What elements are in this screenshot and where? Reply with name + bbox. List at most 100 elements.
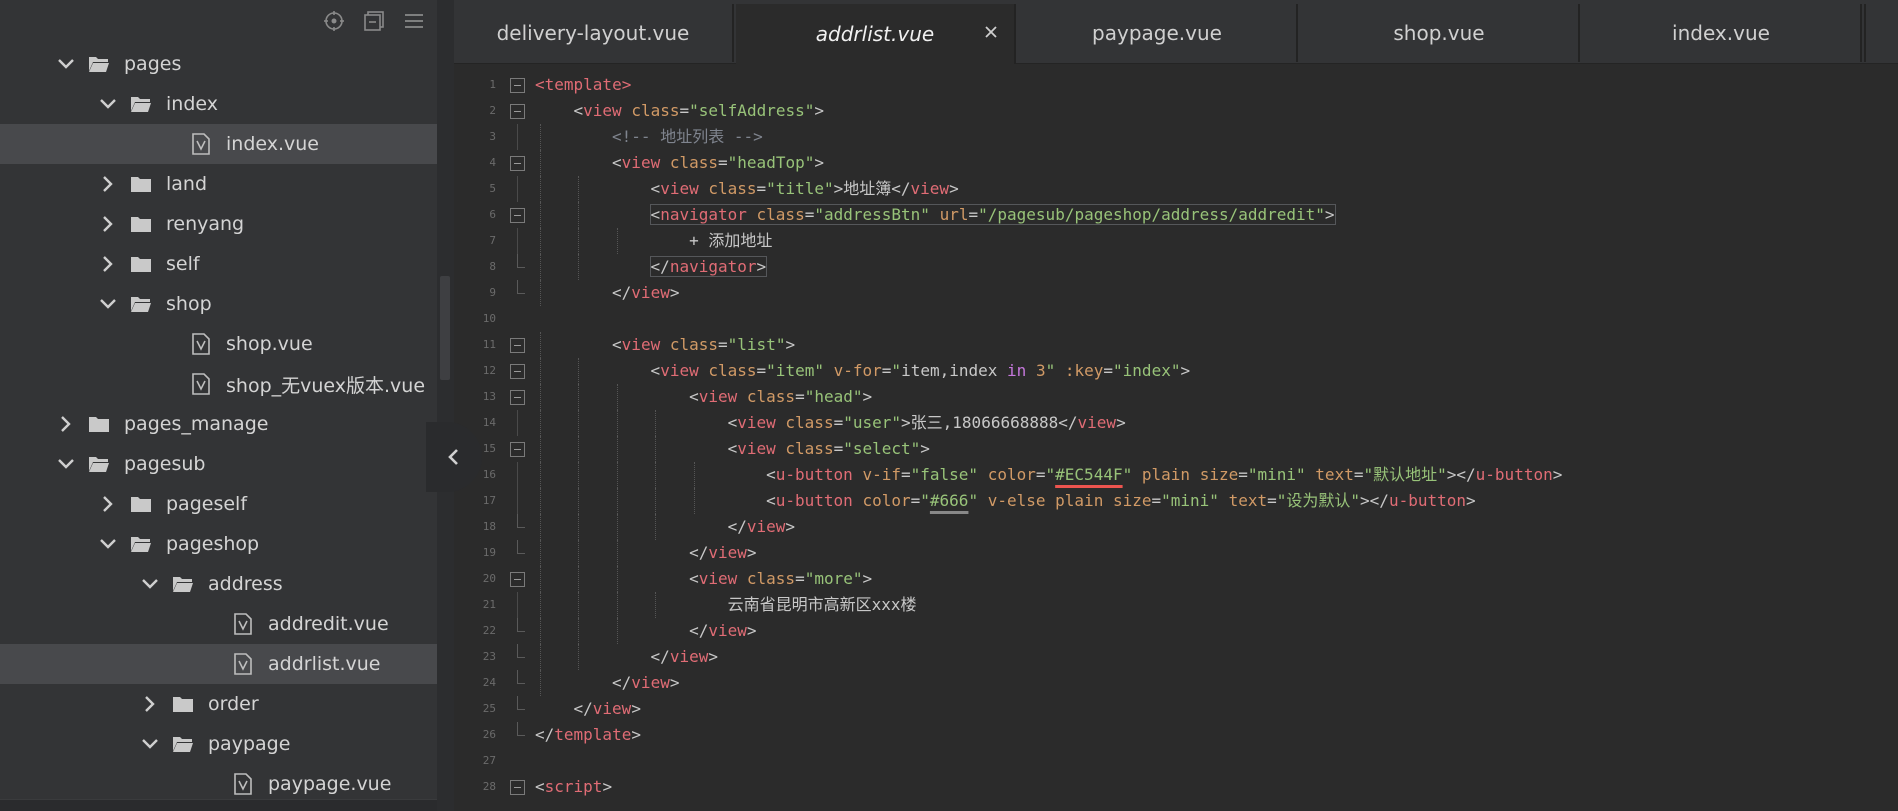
chevron-right-icon[interactable]: [96, 172, 120, 196]
tab-delivery-layout[interactable]: delivery-layout.vue: [454, 4, 734, 62]
tree-item-label: paypage.vue: [268, 773, 392, 795]
fold-toggle-icon[interactable]: [510, 208, 525, 223]
tree-item[interactable]: pageself: [0, 484, 437, 524]
tree-item[interactable]: paypage.vue: [0, 764, 437, 804]
sidebar-scrollbar[interactable]: [437, 0, 454, 811]
indent-guide: [616, 436, 618, 462]
code-token: <: [689, 569, 699, 588]
folder-icon: [128, 252, 154, 276]
code-line: 4 <view class="headTop">: [454, 150, 1898, 176]
tree-item[interactable]: shop_无vuex版本.vue: [0, 364, 437, 404]
line-number: 11: [482, 338, 496, 351]
tab-paypage[interactable]: paypage.vue: [1018, 4, 1298, 62]
tree-item[interactable]: addredit.vue: [0, 604, 437, 644]
fold-end-marker: [517, 644, 525, 658]
code-editor[interactable]: 1 <template> 2 <view class="selfAddress"> 3 <…: [454, 64, 1898, 811]
indent-guide: [616, 618, 618, 644]
indent-guide: [539, 410, 541, 436]
chevron-down-icon[interactable]: [96, 292, 120, 316]
locate-icon[interactable]: [319, 8, 349, 34]
tree-item[interactable]: pages_manage: [0, 404, 437, 444]
tab-shop[interactable]: shop.vue: [1300, 4, 1580, 62]
sidebar-scrollbar-thumb[interactable]: [440, 276, 450, 380]
chevron-right-icon[interactable]: [138, 692, 162, 716]
fold-line: [517, 228, 518, 254]
fold-toggle-icon[interactable]: [510, 780, 525, 795]
code-token: <: [612, 335, 622, 354]
chevron-right-icon[interactable]: [96, 252, 120, 276]
chevron-right-icon[interactable]: [96, 492, 120, 516]
tree-item[interactable]: land: [0, 164, 437, 204]
tree-item[interactable]: self: [0, 244, 437, 284]
editor-tab-bar: delivery-layout.vue addrlist.vue paypage.v…: [454, 0, 1898, 64]
chevron-down-icon[interactable]: [138, 572, 162, 596]
chevron-down-icon[interactable]: [138, 732, 162, 756]
tree-item[interactable]: order: [0, 684, 437, 724]
code-text: <view class="list">: [612, 332, 795, 358]
code-token: =: [1238, 465, 1248, 484]
indent-guide: [578, 592, 580, 618]
tree-item[interactable]: addrlist.vue: [0, 644, 437, 684]
tree-item[interactable]: pagesub: [0, 444, 437, 484]
vue-file-icon: [188, 132, 214, 156]
fold-toggle-icon[interactable]: [510, 572, 525, 587]
tree-item-label: pages_manage: [124, 413, 269, 435]
code-token: =: [833, 413, 844, 432]
tree-item[interactable]: shop: [0, 284, 437, 324]
close-icon[interactable]: [980, 21, 1002, 43]
tree-item[interactable]: shop.vue: [0, 324, 437, 364]
code-text: <u-button color="#666" v-else plain size…: [766, 488, 1476, 514]
tree-item[interactable]: index: [0, 84, 437, 124]
code-token: </: [650, 647, 670, 666]
tab-addrlist[interactable]: addrlist.vue: [736, 4, 1016, 64]
code-token: text: [1228, 491, 1268, 510]
tree-item-label: pages: [124, 53, 182, 75]
fold-toggle-icon[interactable]: [510, 156, 525, 171]
chevron-down-icon[interactable]: [54, 52, 78, 76]
chevron-down-icon[interactable]: [54, 452, 78, 476]
chevron-right-icon[interactable]: [54, 412, 78, 436]
fold-line: [517, 488, 518, 514]
code-token: url: [939, 205, 969, 224]
tree-item[interactable]: address: [0, 564, 437, 604]
code-line: 17 <u-button color="#666" v-else plain si…: [454, 488, 1898, 514]
tab-index[interactable]: index.vue: [1582, 4, 1862, 62]
line-number: 12: [482, 364, 496, 377]
code-text: </view>: [574, 696, 641, 722]
code-token: class: [631, 101, 680, 120]
tree-item-label: shop_无vuex版本.vue: [226, 374, 426, 397]
tree-item[interactable]: renyang: [0, 204, 437, 244]
code-token: >: [901, 413, 911, 432]
fold-toggle-icon[interactable]: [510, 104, 525, 119]
code-line: 1 <template>: [454, 72, 1898, 98]
line-number: 5: [489, 182, 496, 195]
tree-item[interactable]: pages: [0, 44, 437, 84]
fold-toggle-icon[interactable]: [510, 338, 525, 353]
code-token: <!-- 地址列表 -->: [612, 127, 763, 146]
tree-item[interactable]: paypage: [0, 724, 437, 764]
code-line: 24 </view>: [454, 670, 1898, 696]
chevron-right-icon[interactable]: [96, 212, 120, 236]
tree-item-label: index: [166, 93, 218, 115]
code-token: 地址簿: [843, 179, 892, 198]
tree-item-label: pageself: [166, 493, 248, 515]
chevron-down-icon[interactable]: [96, 92, 120, 116]
chevron-down-icon[interactable]: [96, 532, 120, 556]
indent-guide: [616, 384, 618, 410]
code-token: view: [708, 621, 747, 640]
fold-toggle-icon[interactable]: [510, 442, 525, 457]
menu-icon[interactable]: [399, 8, 429, 34]
tree-item[interactable]: pageshop: [0, 524, 437, 564]
fold-toggle-icon[interactable]: [510, 364, 525, 379]
fold-end-marker: [517, 670, 525, 684]
tree-item[interactable]: index.vue: [0, 124, 437, 164]
fold-toggle-icon[interactable]: [510, 390, 525, 405]
code-token: <: [535, 777, 545, 796]
fold-toggle-icon[interactable]: [510, 78, 525, 93]
collapse-all-icon[interactable]: [359, 8, 389, 34]
code-token: in: [1007, 361, 1027, 380]
